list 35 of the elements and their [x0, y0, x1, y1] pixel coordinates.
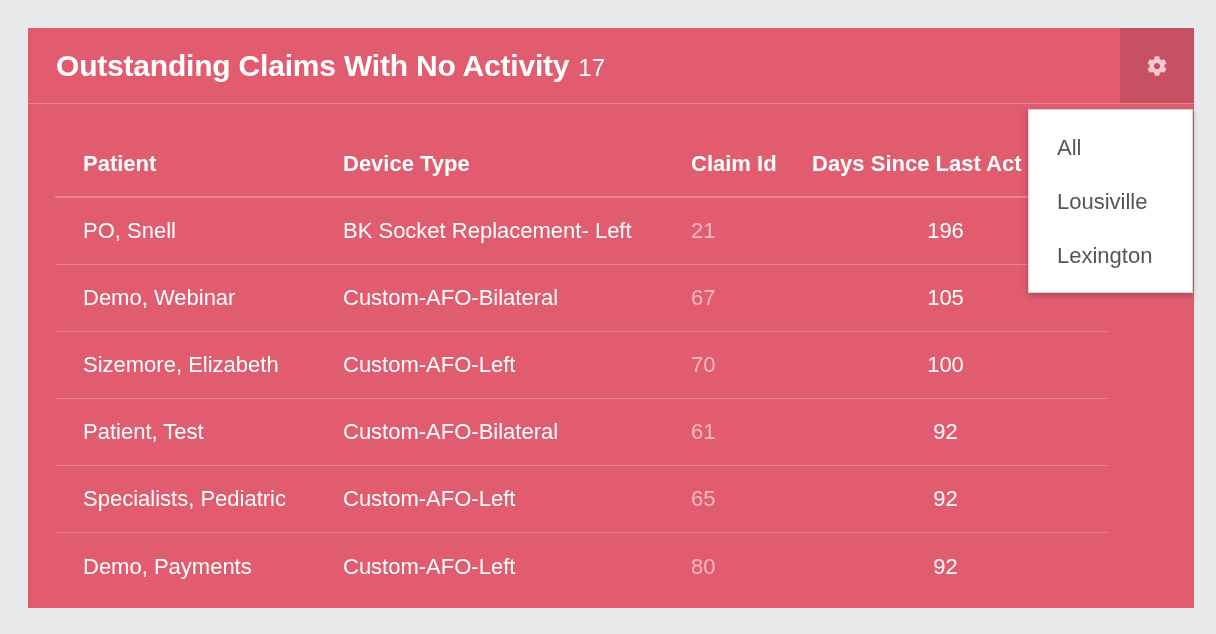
column-header: Device Type [343, 150, 470, 178]
patient-name: Specialists, Pediatric [83, 485, 286, 513]
claim-count: 17 [578, 55, 606, 80]
device-type-text: Custom-AFO-Left [343, 485, 516, 513]
patient-name: Demo, Webinar [83, 284, 236, 312]
days-count-text: 105 [927, 284, 964, 312]
claim-id-text: 67 [691, 284, 716, 312]
menu-item[interactable]: Lousiville [1029, 174, 1192, 228]
claim-id-text: 70 [691, 351, 716, 379]
column-header: Days Since Last Act [812, 150, 1022, 178]
widget-title: Outstanding Claims With No Activity [56, 50, 570, 81]
claim-id-text: 65 [691, 485, 716, 513]
patient-name: Sizemore, Elizabeth [83, 351, 279, 379]
claim-id-text: 80 [691, 552, 716, 581]
days-count-text: 100 [927, 351, 964, 379]
device-type-text: Custom-AFO-Bilateral [343, 418, 559, 446]
patient-name: PO, Snell [83, 217, 176, 245]
claim-id-text: 61 [691, 418, 716, 446]
days-count-text: 92 [933, 418, 958, 446]
settings-icon [1147, 55, 1167, 76]
settings-button[interactable] [1120, 28, 1194, 103]
device-type-text: Custom-AFO-Left [343, 552, 516, 581]
device-type-text: Custom-AFO-Left [343, 351, 516, 379]
column-header: Patient [83, 150, 157, 178]
column-header: Claim Id [691, 150, 777, 178]
days-count-text: 92 [933, 552, 958, 581]
device-type-text: BK Socket Replacement- Left [343, 217, 632, 245]
device-type-text: Custom-AFO-Bilateral [343, 284, 559, 312]
patient-name: Demo, Payments [83, 552, 252, 581]
menu-item[interactable]: Lexington [1029, 228, 1192, 282]
days-count-text: 196 [927, 217, 964, 245]
claim-id-text: 21 [691, 217, 716, 245]
menu-item[interactable]: All [1029, 120, 1192, 174]
days-count-text: 92 [933, 485, 958, 513]
patient-name: Patient, Test [83, 418, 204, 446]
